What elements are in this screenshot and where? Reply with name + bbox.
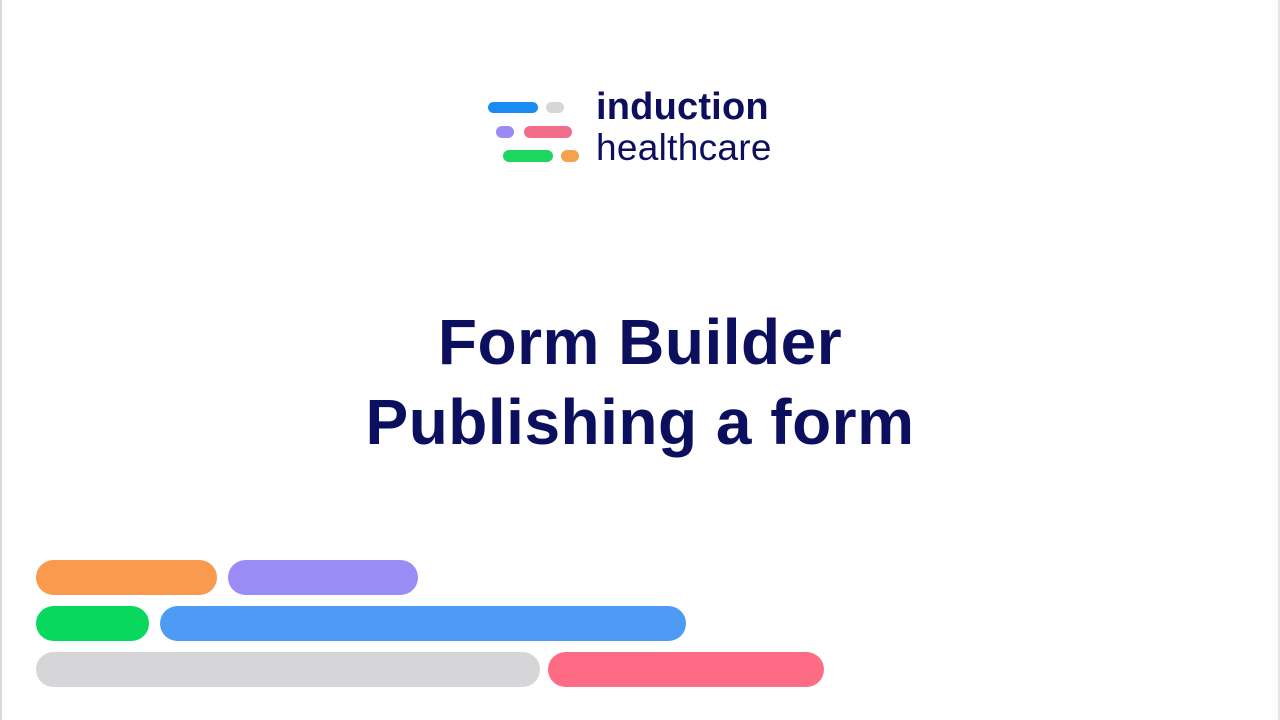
decorative-bar-green [36,606,149,641]
decorative-bar-grey [36,652,540,687]
decorative-bar-purple [228,560,418,595]
decorative-bar-orange [36,560,217,595]
decorative-bars [0,0,1280,720]
decorative-bar-pink [548,652,824,687]
decorative-bar-blue [160,606,686,641]
